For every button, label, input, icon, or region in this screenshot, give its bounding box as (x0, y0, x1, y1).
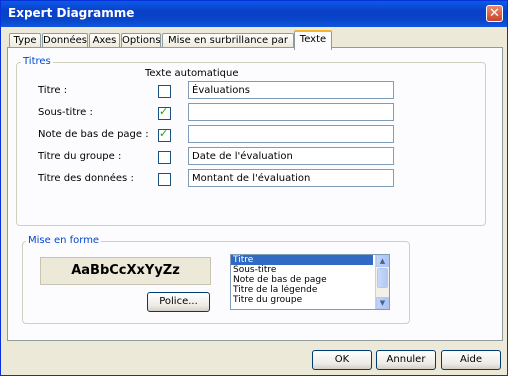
tab-label: Texte (299, 34, 327, 45)
window-title: Expert Diagramme (8, 6, 135, 20)
tab-texte[interactable]: Texte (294, 30, 332, 50)
tab-panel: Titres Texte automatique Titre : Évaluat… (7, 47, 503, 341)
list-item[interactable]: Titre (231, 255, 373, 265)
scroll-up-icon[interactable]: ▲ (376, 255, 389, 267)
check-icon: ✓ (159, 127, 169, 140)
list-item[interactable]: Titre de la légende (231, 285, 373, 295)
text-element-list[interactable]: Titre Sous-titre Note de bas de page Tit… (230, 254, 390, 310)
check-icon: ✓ (159, 105, 169, 118)
tab-label: Type (13, 35, 37, 46)
note-label: Note de bas de page : (38, 129, 149, 140)
tab-options[interactable]: Options (121, 33, 161, 48)
soustitre-field[interactable] (188, 103, 394, 121)
font-button[interactable]: Police... (147, 292, 210, 312)
list-item[interactable]: Titre du groupe (231, 295, 373, 305)
scroll-thumb[interactable] (377, 268, 388, 288)
group-title-field[interactable]: Date de l'évaluation (188, 147, 394, 165)
tab-donnees[interactable]: Données (42, 33, 88, 48)
note-auto-checkbox[interactable]: ✓ (158, 127, 171, 142)
scroll-down-icon[interactable]: ▼ (376, 297, 389, 309)
data-title-field[interactable]: Montant de l'évaluation (188, 169, 394, 187)
cancel-button[interactable]: Annuler (376, 350, 436, 370)
tab-type[interactable]: Type (9, 33, 41, 48)
ok-button[interactable]: OK (312, 350, 372, 370)
soustitre-label: Sous-titre : (38, 107, 93, 118)
list-scrollbar[interactable]: ▲ ▼ (375, 255, 389, 309)
tab-label: Options (122, 35, 161, 46)
data-title-label: Titre des données : (38, 173, 134, 184)
title-bar[interactable]: Expert Diagramme ✕ (1, 1, 507, 27)
titles-group-label: Titres (21, 56, 53, 67)
help-button[interactable]: Aide (441, 350, 501, 370)
data-title-auto-checkbox[interactable] (158, 173, 171, 186)
titre-label: Titre : (38, 85, 68, 96)
note-field[interactable] (188, 125, 394, 143)
close-icon[interactable]: ✕ (486, 5, 503, 22)
group-title-auto-checkbox[interactable] (158, 151, 171, 164)
titre-field[interactable]: Évaluations (188, 81, 394, 99)
chart-expert-dialog: Expert Diagramme ✕ Type Données Axes Opt… (0, 0, 508, 376)
tab-label: Axes (92, 35, 117, 46)
auto-text-header: Texte automatique (145, 68, 239, 79)
tab-color-highlight[interactable]: Mise en surbrillance par la couleur (162, 33, 294, 60)
tab-axes[interactable]: Axes (89, 33, 120, 48)
format-group-label: Mise en forme (26, 235, 102, 246)
titre-auto-checkbox[interactable] (158, 85, 171, 98)
group-title-label: Titre du groupe : (38, 151, 122, 162)
soustitre-auto-checkbox[interactable]: ✓ (158, 105, 171, 120)
font-preview: AaBbCcXxYyZz (40, 257, 211, 285)
list-item[interactable]: Sous-titre (231, 265, 373, 275)
list-item[interactable]: Note de bas de page (231, 275, 373, 285)
tab-label: Données (43, 35, 88, 46)
